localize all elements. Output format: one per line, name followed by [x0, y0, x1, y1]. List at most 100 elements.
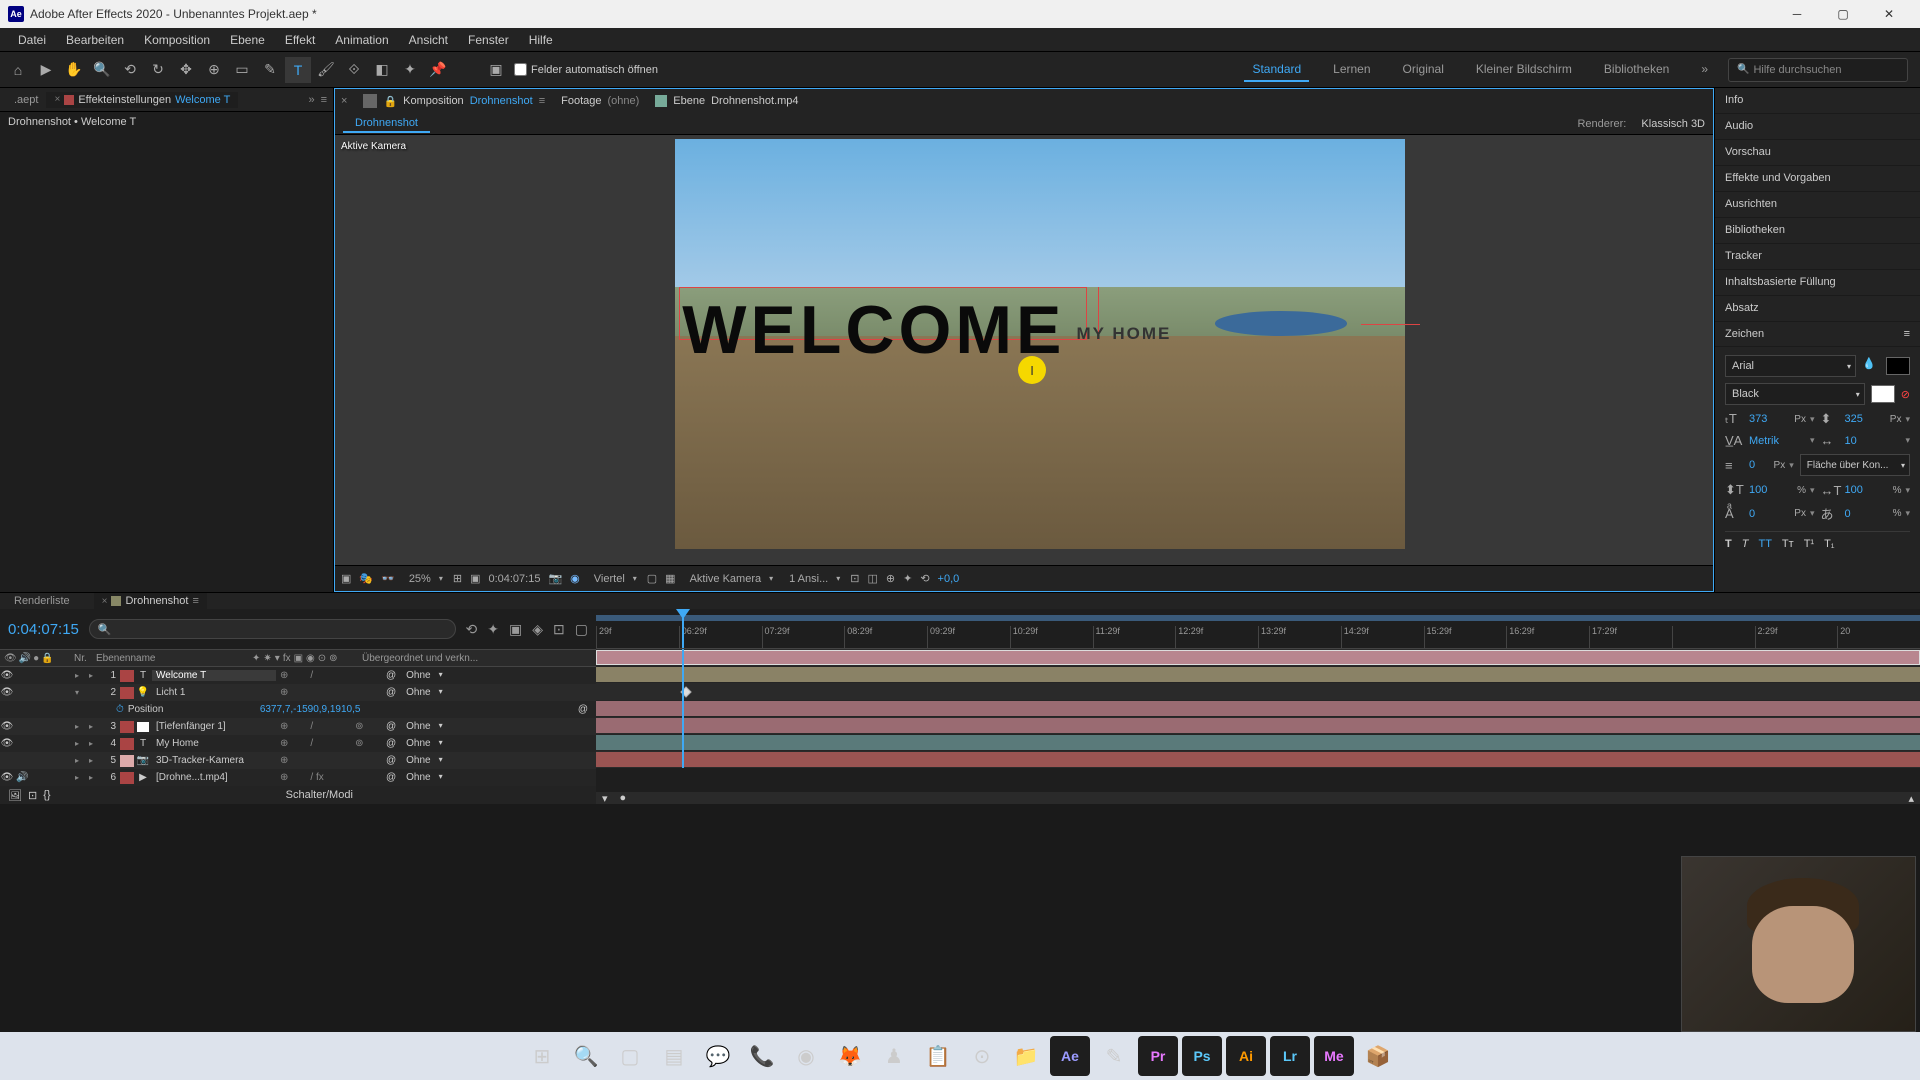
vf-icon-1[interactable]: ▣ — [341, 572, 351, 585]
help-search[interactable]: Hilfe durchsuchen — [1728, 58, 1908, 82]
menu-datei[interactable]: Datei — [8, 31, 56, 49]
menu-fenster[interactable]: Fenster — [458, 31, 519, 49]
tl-icon-2[interactable]: ✦ — [487, 621, 499, 638]
vf-icon-c[interactable]: ⊕ — [886, 572, 895, 585]
resolution-dropdown[interactable]: Viertel — [588, 571, 639, 587]
panel-bibliotheken[interactable]: Bibliotheken — [1715, 218, 1920, 244]
task-view[interactable]: ▢ — [610, 1036, 650, 1076]
task-obs[interactable]: ⊙ — [962, 1036, 1002, 1076]
home-button[interactable]: ⌂ — [5, 57, 31, 83]
vf-icon-trans[interactable]: ▦ — [665, 572, 675, 585]
tl-icon-6[interactable]: ▢ — [575, 621, 588, 638]
subscript-icon[interactable]: T₁ — [1824, 538, 1834, 550]
time-ruler[interactable]: 29f 06:29f 07:29f 08:29f 09:29f 10:29f 1… — [596, 609, 1920, 649]
footage-tab[interactable]: Footage (ohne) — [561, 95, 639, 107]
panel-content-fill[interactable]: Inhaltsbasierte Füllung — [1715, 270, 1920, 296]
eraser-tool[interactable]: ◧ — [369, 57, 395, 83]
views-dropdown[interactable]: 1 Ansi... — [783, 571, 842, 587]
task-lr[interactable]: Lr — [1270, 1036, 1310, 1076]
visibility-toggle[interactable]: 👁 — [0, 772, 14, 783]
menu-animation[interactable]: Animation — [325, 31, 398, 49]
project-tab[interactable]: .aept — [6, 92, 46, 108]
panel-info[interactable]: Info — [1715, 88, 1920, 114]
leading-value[interactable]: 325 — [1845, 413, 1884, 425]
parent-dropdown[interactable]: Ohne — [400, 668, 444, 683]
parent-dropdown[interactable]: Ohne — [400, 736, 444, 751]
task-search[interactable]: 🔍 — [566, 1036, 606, 1076]
eyedropper-icon[interactable]: 💧 — [1862, 357, 1880, 375]
layer-bar[interactable] — [596, 650, 1920, 665]
task-app-5[interactable]: 📋 — [918, 1036, 958, 1076]
layer-name[interactable]: Licht 1 — [152, 687, 276, 698]
comp-crumb[interactable]: Drohnenshot — [343, 115, 430, 133]
parent-dropdown[interactable]: Ohne — [400, 719, 444, 734]
layer-search[interactable]: 🔍 — [89, 619, 456, 639]
keyframe-stopwatch-icon[interactable]: ⏱ — [116, 704, 124, 715]
task-app-4[interactable]: ♟ — [874, 1036, 914, 1076]
footer-icon-3[interactable]: {} — [43, 789, 50, 801]
timeline-right[interactable]: 29f 06:29f 07:29f 08:29f 09:29f 10:29f 1… — [596, 609, 1920, 804]
menu-bearbeiten[interactable]: Bearbeiten — [56, 31, 134, 49]
task-app-1[interactable]: ▤ — [654, 1036, 694, 1076]
layer-name[interactable]: Welcome T — [152, 670, 276, 681]
allcaps-icon[interactable]: TT — [1758, 538, 1771, 550]
menu-ansicht[interactable]: Ansicht — [399, 31, 458, 49]
layer-bar[interactable] — [596, 701, 1920, 716]
layer-bar[interactable] — [596, 752, 1920, 767]
font-family-dropdown[interactable]: Arial — [1725, 355, 1856, 377]
bold-icon[interactable]: T — [1725, 538, 1732, 550]
maximize-button[interactable]: ▢ — [1820, 0, 1866, 28]
layer-tab[interactable]: Ebene Drohnenshot.mp4 — [655, 95, 798, 107]
puppet-tool[interactable]: 📌 — [425, 57, 451, 83]
close-button[interactable]: ✕ — [1866, 0, 1912, 28]
baseline-value[interactable]: 0 — [1749, 508, 1788, 520]
layer-bar[interactable] — [596, 718, 1920, 733]
panel-overflow-icon[interactable]: » — [308, 94, 314, 106]
smallcaps-icon[interactable]: Tᴛ — [1782, 538, 1794, 550]
vf-timecode[interactable]: 0:04:07:15 — [488, 573, 540, 585]
task-whatsapp[interactable]: 📞 — [742, 1036, 782, 1076]
task-me[interactable]: Me — [1314, 1036, 1354, 1076]
task-app-7[interactable]: 📦 — [1358, 1036, 1398, 1076]
pen-tool[interactable]: ✎ — [257, 57, 283, 83]
panel-zeichen-header[interactable]: Zeichen ≡ — [1715, 322, 1920, 347]
task-app-2[interactable]: 💬 — [698, 1036, 738, 1076]
parent-dropdown[interactable]: Ohne — [400, 770, 444, 785]
tsume-value[interactable]: 0 — [1845, 508, 1887, 520]
brush-tool[interactable]: 🖌 — [313, 57, 339, 83]
panel-audio[interactable]: Audio — [1715, 114, 1920, 140]
tl-icon-3[interactable]: ▣ — [509, 621, 522, 638]
layer-name[interactable]: [Drohne...t.mp4] — [152, 772, 276, 783]
layer-bars[interactable] — [596, 649, 1920, 768]
workspace-standard[interactable]: Standard — [1244, 58, 1309, 82]
stroke-option-dropdown[interactable]: Fläche über Kon... — [1800, 454, 1910, 476]
close-icon[interactable]: × — [102, 596, 108, 607]
panel-vorschau[interactable]: Vorschau — [1715, 140, 1920, 166]
fill-color-swatch[interactable] — [1886, 357, 1910, 375]
vf-icon-2[interactable]: 🎭 — [359, 572, 373, 585]
footer-icon-1[interactable]: 🖼 — [8, 789, 22, 802]
layer-row[interactable]: 👁 ▸▸ 4 T My Home ⊕/⊚ @Ohne — [0, 735, 596, 752]
col-audio-icon[interactable]: 🔊 — [19, 653, 31, 664]
layer-name[interactable]: My Home — [152, 738, 276, 749]
col-lock-icon[interactable]: 🔒 — [41, 653, 53, 664]
task-explorer[interactable]: 📁 — [1006, 1036, 1046, 1076]
snapshot-icon[interactable]: 📷 — [548, 572, 562, 585]
zoom-tool[interactable]: 🔍 — [89, 57, 115, 83]
panel-absatz[interactable]: Absatz — [1715, 296, 1920, 322]
workspace-kleiner[interactable]: Kleiner Bildschirm — [1468, 58, 1580, 82]
superscript-icon[interactable]: T¹ — [1804, 538, 1814, 550]
tracking-value[interactable]: 10 — [1845, 435, 1902, 447]
roto-tool[interactable]: ✦ — [397, 57, 423, 83]
layer-row[interactable]: 👁 🔊 ▸▸ 6 ▶ [Drohne...t.mp4] ⊕/ fx @Ohne — [0, 769, 596, 786]
pickwhip-icon[interactable]: @ — [386, 687, 396, 698]
timeline-comp-tab[interactable]: × Drohnenshot ≡ — [94, 593, 207, 609]
workspace-bibliotheken[interactable]: Bibliotheken — [1596, 58, 1677, 82]
stroke-color-swatch[interactable] — [1871, 385, 1895, 403]
tab-close-icon[interactable]: × — [54, 94, 60, 105]
tl-icon-5[interactable]: ⊡ — [553, 621, 565, 638]
text-layer-welcome[interactable]: WELCOME — [682, 291, 1065, 369]
panel-tracker[interactable]: Tracker — [1715, 244, 1920, 270]
panel-ausrichten[interactable]: Ausrichten — [1715, 192, 1920, 218]
layer-row[interactable]: 👁 ▾ 2 💡 Licht 1 ⊕ @Ohne — [0, 684, 596, 701]
